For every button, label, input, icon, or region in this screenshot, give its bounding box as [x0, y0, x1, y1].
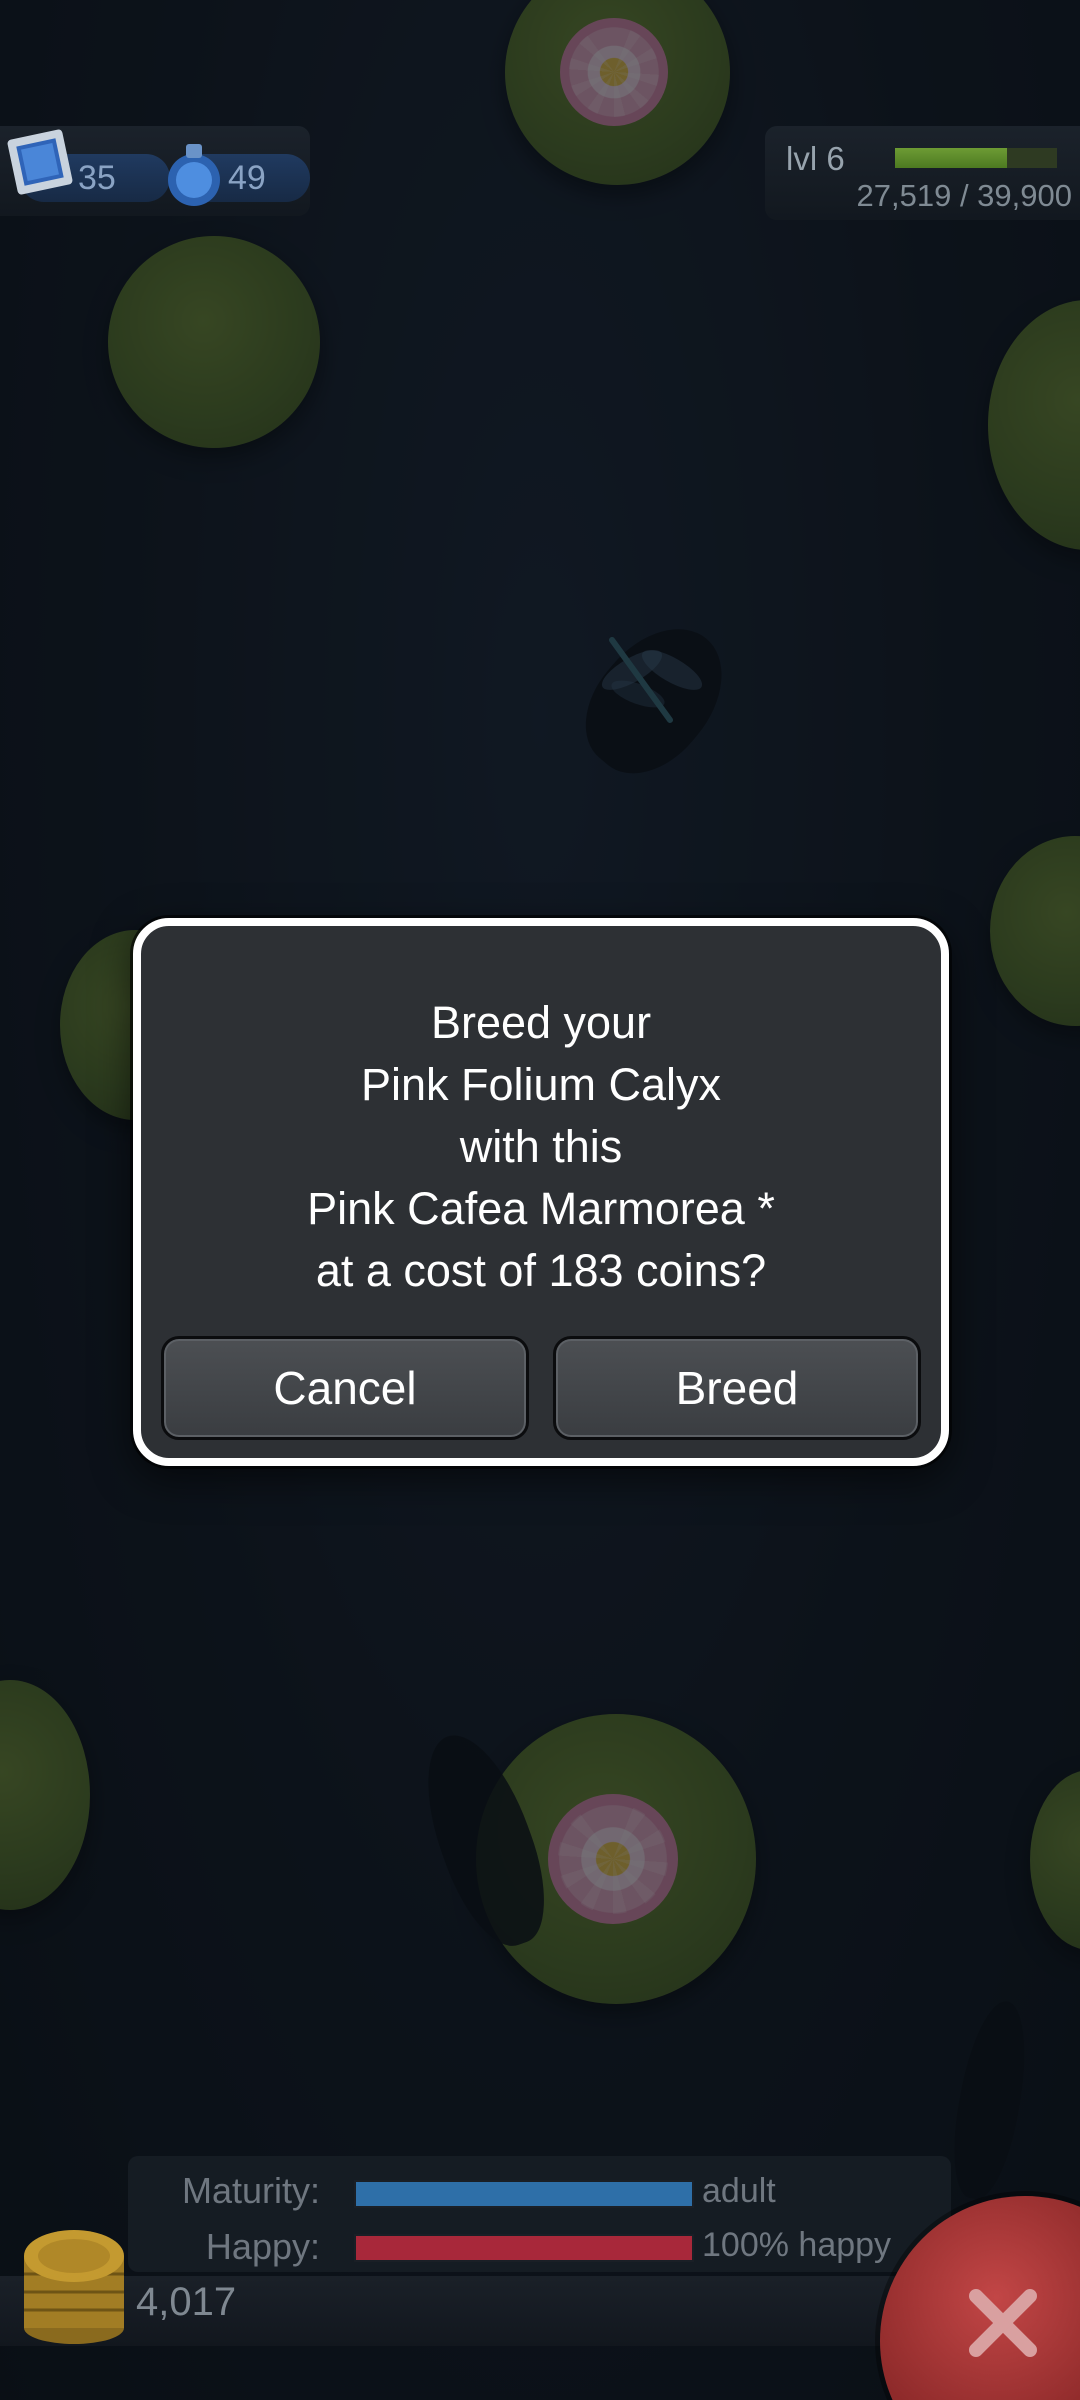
breed-dialog: Breed your Pink Folium Calyx with this P… [133, 918, 949, 1466]
coin-stack-icon [24, 2230, 124, 2344]
happy-bar-fill [356, 2236, 692, 2260]
dialog-line: with this [459, 1121, 623, 1172]
maturity-label: Maturity: [181, 2170, 320, 2211]
blue-stamp-icon [7, 129, 73, 195]
maturity-value: adult [702, 2172, 776, 2210]
potion-icon [168, 144, 220, 206]
close-icon [969, 2289, 1037, 2357]
xp-text: 27,519 / 39,900 [856, 178, 1072, 213]
breed-button[interactable]: Breed [553, 1336, 921, 1440]
pond-scene[interactable]: 35 49 lvl 6 27,519 / 39,900 Breed your P… [0, 0, 1080, 2400]
happy-bar [354, 2234, 694, 2262]
coin-count: 4,017 [136, 2280, 237, 2324]
happy-value: 100% happy [702, 2226, 892, 2264]
maturity-bar [354, 2180, 694, 2208]
maturity-bar-fill [356, 2182, 692, 2206]
cancel-button[interactable]: Cancel [161, 1336, 529, 1440]
stamp-count: 35 [78, 159, 116, 197]
potion-count: 49 [228, 159, 266, 197]
happy-label: Happy: [205, 2226, 320, 2267]
xp-progress-fill [895, 148, 1007, 168]
dialog-line: at a cost of 183 coins? [315, 1245, 767, 1296]
dialog-message: Breed your Pink Folium Calyx with this P… [141, 992, 941, 1302]
xp-progress-bar [895, 148, 1057, 168]
level-label: lvl 6 [786, 140, 845, 177]
dialog-line: Pink Folium Calyx [360, 1059, 722, 1110]
dialog-line: Pink Cafea Marmorea * [307, 1183, 775, 1234]
dialog-line: Breed your [430, 997, 652, 1048]
